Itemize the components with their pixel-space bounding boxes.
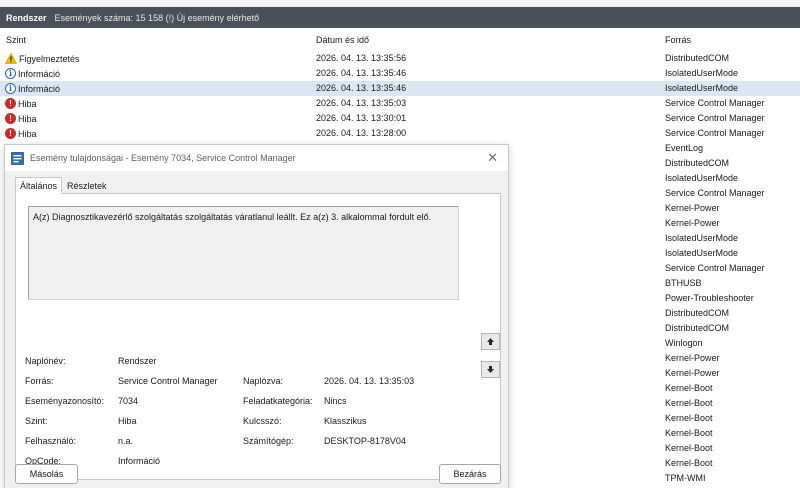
- general-tab-panel: A(z) Diagnosztikavezérlő szolgáltatás sz…: [15, 193, 501, 480]
- task-category-value[interactable]: Nincs: [324, 396, 347, 406]
- error-icon: !: [5, 113, 16, 124]
- event-level: Figyelmeztetés: [19, 53, 80, 64]
- log-name-label: Naplónév:: [25, 356, 66, 366]
- tab-general[interactable]: Általános: [15, 177, 63, 194]
- event-source[interactable]: DistributedCOM: [665, 321, 800, 336]
- dialog-title-bar[interactable]: Esemény tulajdonságai - Esemény 7034, Se…: [5, 145, 508, 171]
- event-row[interactable]: i Információ 2026. 04. 13. 13:35:46 Isol…: [0, 66, 800, 81]
- event-source[interactable]: IsolatedUserMode: [665, 246, 800, 261]
- copy-button[interactable]: Másolás: [15, 464, 78, 484]
- top-strip: [0, 0, 800, 7]
- dialog-tabs: Általános Részletek: [15, 177, 112, 194]
- event-row[interactable]: ! Hiba 2026. 04. 13. 13:30:01 Service Co…: [0, 111, 800, 126]
- close-button[interactable]: Bezárás: [439, 464, 501, 484]
- logged-label: Naplózva:: [243, 376, 284, 386]
- event-source[interactable]: Service Control Manager: [665, 261, 800, 276]
- log-header-bar: Rendszer Események száma: 15 158 (!) Új …: [0, 7, 800, 28]
- user-value[interactable]: n.a.: [118, 436, 133, 446]
- level-value[interactable]: Hiba: [118, 416, 137, 426]
- event-source[interactable]: BTHUSB: [665, 276, 800, 291]
- computer-label: Számítógép:: [243, 436, 294, 446]
- error-icon: !: [5, 98, 16, 109]
- event-source[interactable]: Winlogon: [665, 336, 800, 351]
- event-date: 2026. 04. 13. 13:35:46: [316, 68, 407, 78]
- keyword-label: Kulcsszó:: [243, 416, 282, 426]
- event-source[interactable]: Kernel-Boot: [665, 456, 800, 471]
- info-icon: i: [5, 83, 16, 94]
- computer-value[interactable]: DESKTOP-8178V04: [324, 436, 406, 446]
- source-label: Forrás:: [25, 376, 54, 386]
- event-source[interactable]: Power-Troubleshooter: [665, 291, 800, 306]
- event-source[interactable]: TPM-WMI: [665, 471, 800, 486]
- arrow-up-icon: [487, 338, 494, 345]
- column-header-level[interactable]: Szint: [6, 35, 26, 45]
- log-name-value[interactable]: Rendszer: [118, 356, 157, 366]
- task-category-label: Feladatkategória:: [243, 396, 313, 406]
- scroll-down-button[interactable]: [481, 361, 500, 378]
- event-source[interactable]: Kernel-Boot: [665, 426, 800, 441]
- event-date: 2026. 04. 13. 13:35:03: [316, 98, 407, 108]
- event-source[interactable]: IsolatedUserMode: [665, 171, 800, 186]
- event-list: Figyelmeztetés 2026. 04. 13. 13:35:56 Di…: [0, 51, 800, 141]
- event-source[interactable]: Kernel-Power: [665, 351, 800, 366]
- event-source[interactable]: Kernel-Power: [665, 201, 800, 216]
- event-source: Service Control Manager: [665, 128, 765, 138]
- event-source: Service Control Manager: [665, 113, 765, 123]
- event-source[interactable]: Kernel-Power: [665, 216, 800, 231]
- event-source[interactable]: EventLog: [665, 141, 800, 156]
- source-value[interactable]: Service Control Manager: [118, 376, 218, 386]
- event-date: 2026. 04. 13. 13:28:00: [316, 128, 407, 138]
- event-level: Hiba: [18, 98, 37, 109]
- event-source: IsolatedUserMode: [665, 83, 739, 93]
- event-row[interactable]: ! Hiba 2026. 04. 13. 13:35:03 Service Co…: [0, 96, 800, 111]
- logged-value[interactable]: 2026. 04. 13. 13:35:03: [324, 376, 414, 386]
- event-level: Információ: [18, 83, 61, 94]
- event-count-info: Események száma: 15 158 (!) Új esemény e…: [54, 12, 260, 23]
- event-source[interactable]: Service Control Manager: [665, 186, 800, 201]
- scroll-up-button[interactable]: [481, 333, 500, 350]
- arrow-down-icon: [487, 366, 494, 373]
- keyword-value[interactable]: Klasszikus: [324, 416, 367, 426]
- event-row[interactable]: ! Hiba 2026. 04. 13. 13:28:00 Service Co…: [0, 126, 800, 141]
- column-header-source[interactable]: Forrás: [665, 35, 691, 45]
- event-row-selected[interactable]: i Információ 2026. 04. 13. 13:35:46 Isol…: [0, 81, 800, 96]
- event-description[interactable]: A(z) Diagnosztikavezérlő szolgáltatás sz…: [28, 206, 459, 300]
- event-source[interactable]: Kernel-Boot: [665, 381, 800, 396]
- event-source: DistributedCOM: [665, 53, 730, 63]
- info-icon: i: [5, 68, 16, 79]
- event-id-label: Eseményazonosító:: [25, 396, 105, 406]
- event-date: 2026. 04. 13. 13:35:56: [316, 53, 407, 63]
- error-icon: !: [5, 128, 16, 139]
- dialog-title: Esemény tulajdonságai - Esemény 7034, Se…: [30, 153, 296, 163]
- event-viewer-icon: [11, 151, 24, 165]
- level-label: Szint:: [25, 416, 48, 426]
- event-id-value[interactable]: 7034: [118, 396, 138, 406]
- warning-icon: [5, 53, 17, 64]
- event-source[interactable]: DistributedCOM: [665, 306, 800, 321]
- opcode-value[interactable]: Információ: [118, 456, 160, 466]
- event-source[interactable]: Kernel-Boot: [665, 441, 800, 456]
- event-source[interactable]: Kernel-Boot: [665, 396, 800, 411]
- tab-details[interactable]: Részletek: [62, 177, 112, 194]
- event-properties-dialog: Esemény tulajdonságai - Esemény 7034, Se…: [4, 144, 509, 488]
- event-level: Információ: [18, 68, 61, 79]
- event-source[interactable]: Kernel-Boot: [665, 411, 800, 426]
- event-level: Hiba: [18, 128, 37, 139]
- event-source[interactable]: Kernel-Power: [665, 366, 800, 381]
- event-row[interactable]: Figyelmeztetés 2026. 04. 13. 13:35:56 Di…: [0, 51, 800, 66]
- user-label: Felhasználó:: [25, 436, 77, 446]
- close-icon[interactable]: ✕: [487, 150, 498, 166]
- column-headers: Szint Dátum és idő Forrás: [0, 33, 800, 47]
- event-date: 2026. 04. 13. 13:35:46: [316, 83, 407, 93]
- event-source: Service Control Manager: [665, 98, 765, 108]
- source-column-continued: EventLog DistributedCOM IsolatedUserMode…: [665, 141, 800, 486]
- event-source[interactable]: DistributedCOM: [665, 156, 800, 171]
- event-level: Hiba: [18, 113, 37, 124]
- event-source: IsolatedUserMode: [665, 68, 739, 78]
- event-source[interactable]: IsolatedUserMode: [665, 231, 800, 246]
- column-header-date[interactable]: Dátum és idő: [316, 35, 369, 45]
- log-title: Rendszer: [6, 12, 47, 23]
- event-date: 2026. 04. 13. 13:30:01: [316, 113, 407, 123]
